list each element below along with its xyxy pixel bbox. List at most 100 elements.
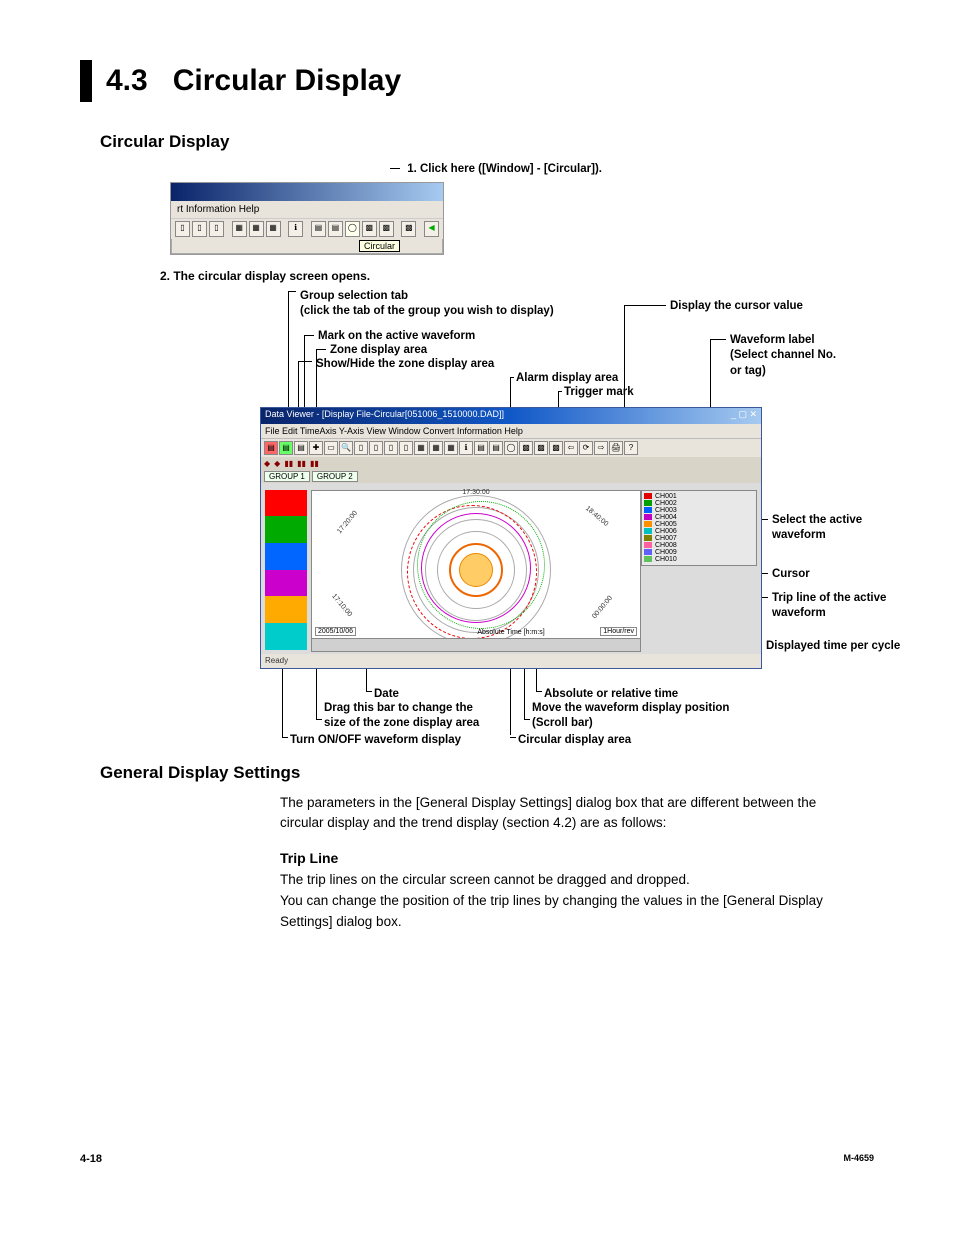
marker-icon[interactable]: ◆ [274,459,280,468]
toolbar-icon[interactable]: ▦ [232,221,247,237]
toolbar-icon[interactable]: ▯ [209,221,224,237]
channel-item[interactable]: CH009 [644,549,754,556]
callout-select-active: Select the activewaveform [772,513,862,544]
toolbar-icon[interactable]: ▩ [401,221,416,237]
toolbar-icon[interactable]: ▦ [414,441,428,455]
circular-plot-area[interactable]: 17:30:00 18:40:00 17:20:00 17:10:00 00:0… [311,490,641,650]
time-mode-label: Absolute Time [h:m:s] [477,629,544,636]
toolbar-icon[interactable]: ▩ [519,441,533,455]
toolbar-icon[interactable]: ▯ [384,441,398,455]
channel-list[interactable]: CH001CH002CH003CH004CH005CH006CH007CH008… [641,490,757,566]
channel-item[interactable]: CH005 [644,521,754,528]
circular-tooltip: Circular [359,240,400,252]
trip-line-heading: Trip Line [280,848,834,870]
channel-color-swatch [644,542,652,548]
toolbar-icon[interactable]: ▯ [399,441,413,455]
help-icon[interactable]: ? [624,441,638,455]
channel-color-swatch [644,507,652,513]
toolbar-icon[interactable]: 🔍 [339,441,353,455]
circular-chart [401,495,551,645]
toolbar-icon[interactable]: ▤ [474,441,488,455]
channel-item[interactable]: CH003 [644,507,754,514]
toolbar-icon[interactable]: ▩ [549,441,563,455]
toolbar-icon[interactable]: ▤ [294,441,308,455]
figure-1: 1. Click here ([Window] - [Circular]). r… [170,162,874,255]
channel-label: CH008 [655,542,677,549]
channel-label: CH001 [655,493,677,500]
channel-item[interactable]: CH002 [644,500,754,507]
toolbar-icon[interactable]: ▩ [362,221,377,237]
toolbar-icon[interactable]: ▤ [489,441,503,455]
channel-color-swatch [644,514,652,520]
toolbar-icon[interactable]: ⇨ [594,441,608,455]
channel-color-swatch [644,500,652,506]
channel-item[interactable]: CH008 [644,542,754,549]
callout-group-tab: Group selection tab (click the tab of th… [300,289,554,320]
trip-line-p2: You can change the position of the trip … [280,891,834,933]
group-tabs: GROUP 1 GROUP 2 [261,470,761,483]
toolbar-icon[interactable]: ▤ [311,221,326,237]
general-settings-para: The parameters in the [General Display S… [280,793,834,835]
toolbar-icon[interactable]: ▤ [264,441,278,455]
toolbar-icon[interactable]: ▭ [324,441,338,455]
toolbar-icon[interactable]: ℹ [288,221,303,237]
subhead-circular-display: Circular Display [100,132,874,152]
trip-line-p1: The trip lines on the circular screen ca… [280,870,834,891]
toolbar-icon[interactable]: ▦ [266,221,281,237]
toolbar-icon[interactable]: ▯ [369,441,383,455]
circular-icon[interactable]: ◯ [345,221,360,237]
toolbar-icon[interactable]: ℹ [459,441,473,455]
screenshot-menubar: rt Information Help ▯ ▯ ▯ ▦ ▦ ▦ ℹ ▤ ▤ ◯ … [170,182,444,255]
toolbar-icon[interactable]: ✚ [309,441,323,455]
status-bar: Ready [261,654,761,668]
callout-drag-bar: Drag this bar to change thesize of the z… [324,701,479,732]
marker-icon[interactable]: ▮▮ [310,459,319,468]
marker-icon[interactable]: ▮▮ [284,459,293,468]
toolbar-icon[interactable]: ▯ [192,221,207,237]
toolbar-icon[interactable]: ▤ [279,441,293,455]
toolbar-icon[interactable]: ⇦ [564,441,578,455]
channel-label: CH009 [655,549,677,556]
channel-color-swatch [644,535,652,541]
channel-item[interactable]: CH006 [644,528,754,535]
tab-group1[interactable]: GROUP 1 [264,471,310,482]
toolbar-icon[interactable]: ⟳ [579,441,593,455]
toolbar-icon[interactable]: ▯ [354,441,368,455]
channel-color-swatch [644,521,652,527]
callout-per-cycle: Displayed time per cycle [766,639,900,655]
marker-icon[interactable]: ◆ [264,459,270,468]
toolbar-icon[interactable]: ▤ [328,221,343,237]
zone-display-area[interactable] [265,490,307,650]
callout-trip-line: Trip line of the activewaveform [772,591,886,622]
heading-text: 4.3 Circular Display [106,64,401,98]
circular-icon[interactable]: ◯ [504,441,518,455]
tab-group2[interactable]: GROUP 2 [312,471,358,482]
horizontal-scrollbar[interactable] [311,638,641,652]
print-icon[interactable]: 🖨 [609,441,623,455]
channel-item[interactable]: CH001 [644,493,754,500]
toolbar-icon[interactable]: ▩ [534,441,548,455]
time-per-rev[interactable]: 1Hour/rev [600,627,637,636]
marker-icon[interactable]: ▮▮ [297,459,306,468]
toolbar-icon[interactable]: ◀ [424,221,439,237]
date-box: 2005/10/06 [315,627,356,636]
toolbar-icon[interactable]: ▦ [429,441,443,455]
chapter-heading: 4.3 Circular Display [80,60,874,102]
toolbar-icon[interactable]: ▦ [444,441,458,455]
screenshot-circular: Data Viewer - [Display File-Circular[051… [260,407,762,669]
page-footer: 4-18 M-4659 [80,1153,874,1165]
callout-cursor: Cursor [772,567,810,583]
channel-item[interactable]: CH010 [644,556,754,563]
app-menubar[interactable]: File Edit TimeAxis Y-Axis View Window Co… [261,424,761,438]
channel-item[interactable]: CH004 [644,514,754,521]
window-controls-icon[interactable]: _ ▢ ✕ [731,409,757,423]
menu-items[interactable]: rt Information Help [171,201,443,218]
toolbar-icon[interactable]: ▦ [249,221,264,237]
app-toolbar: ▤ ▤ ▤ ✚ ▭ 🔍 ▯ ▯ ▯ ▯ ▦ ▦ ▦ ℹ ▤ ▤ ◯ ▩ ▩ ▩ … [261,438,761,457]
toolbar-icon[interactable]: ▩ [379,221,394,237]
doc-number: M-4659 [843,1153,874,1165]
callout-waveform-label: Waveform label (Select channel No. or ta… [730,333,836,380]
titlebar-gradient [171,183,443,201]
channel-item[interactable]: CH007 [644,535,754,542]
toolbar-icon[interactable]: ▯ [175,221,190,237]
